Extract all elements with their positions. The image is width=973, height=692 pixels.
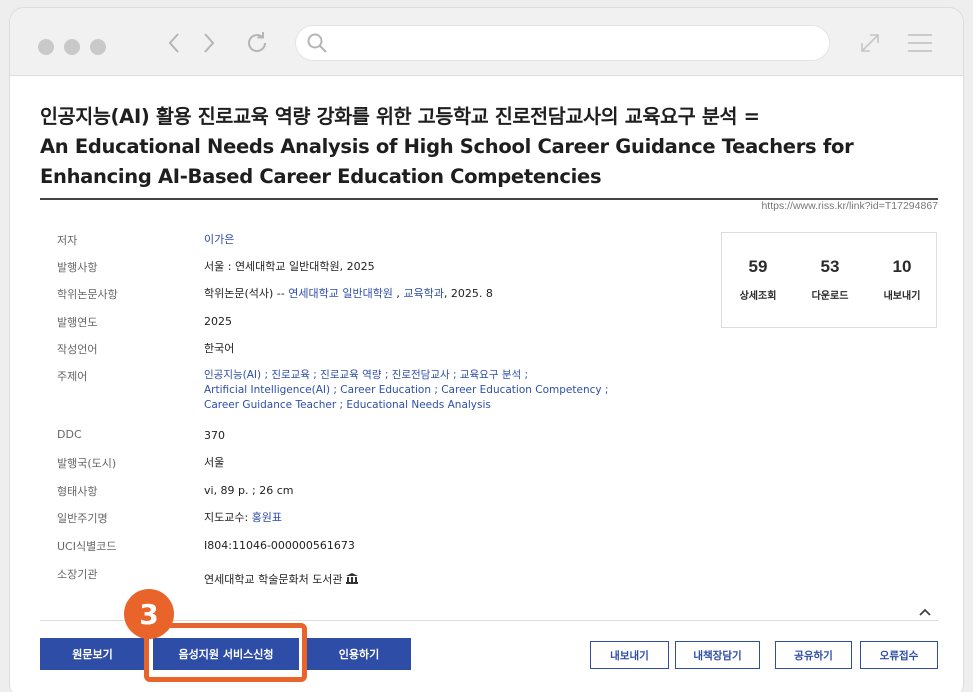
subject-line[interactable]: Career Guidance Teacher ; Educational Ne…	[204, 398, 764, 413]
stat-views: 59 상세조회	[722, 233, 794, 302]
actions-divider	[40, 620, 938, 621]
title-line-korean: 인공지능(AI) 활용 진로교육 역량 강화를 위한 고등학교 진로전담교사의 …	[40, 105, 760, 128]
voice-service-button[interactable]: 음성지원 서비스신청	[153, 638, 299, 670]
subject-keywords: 인공지능(AI) ; 진로교육 ; 진로교육 역량 ; 진로전담교사 ; 교육요…	[204, 368, 764, 413]
meta-value: vi, 89 p. ; 26 cm	[204, 484, 294, 497]
search-icon	[306, 32, 328, 58]
stat-number: 53	[820, 257, 840, 276]
meta-value: 지도교수: 홍원표	[204, 510, 764, 525]
stat-exports: 10 내보내기	[866, 233, 938, 302]
title-line-english-2: Enhancing AI-Based Career Education Comp…	[40, 165, 602, 188]
subject-line[interactable]: 인공지능(AI) ; 진로교육 ; 진로교육 역량 ; 진로전담교사 ; 교육요…	[204, 368, 764, 383]
window-close-dot[interactable]	[38, 39, 54, 55]
meta-label: 주제어	[57, 370, 88, 383]
meta-label: 소장기관	[57, 568, 98, 581]
chevron-left-icon[interactable]	[157, 26, 191, 60]
degree-prefix: 학위논문(석사) --	[204, 287, 289, 300]
degree-year: , 2025. 8	[443, 287, 493, 300]
meta-value: 한국어	[204, 342, 235, 355]
window-minimize-dot[interactable]	[64, 39, 80, 55]
meta-label: DDC	[57, 428, 82, 441]
stat-label: 다운로드	[811, 291, 849, 302]
permalink[interactable]: https://www.riss.kr/link?id=T17294867	[761, 200, 938, 212]
browser-window: 인공지능(AI) 활용 진로교육 역량 강화를 위한 고등학교 진로전담교사의 …	[10, 8, 963, 692]
address-bar[interactable]	[295, 25, 830, 61]
export-button[interactable]: 내보내기	[590, 641, 669, 669]
meta-label: 형태사항	[57, 485, 98, 498]
meta-value: 서울 : 연세대학교 일반대학원, 2025	[204, 260, 375, 273]
author-link[interactable]: 이가은	[204, 232, 764, 247]
browser-toolbar	[10, 8, 963, 76]
holding-institution: 연세대학교 학술문화처 도서관	[204, 573, 343, 586]
reload-icon[interactable]	[240, 26, 274, 60]
window-maximize-dot[interactable]	[90, 39, 106, 55]
degree-sep: ,	[392, 287, 404, 300]
stat-label: 상세조회	[739, 291, 777, 302]
stat-number: 59	[748, 257, 768, 276]
stat-downloads: 53 다운로드	[794, 233, 866, 302]
meta-label: UCI식별코드	[57, 540, 117, 553]
share-button[interactable]: 공유하기	[775, 641, 852, 669]
step-number-badge: 3	[124, 589, 174, 639]
report-error-button[interactable]: 오류접수	[860, 641, 938, 669]
meta-label: 작성언어	[57, 343, 98, 356]
menu-icon[interactable]	[903, 26, 937, 60]
stat-label: 내보내기	[883, 291, 921, 302]
meta-label: 일반주기명	[57, 512, 108, 525]
stat-number: 10	[892, 257, 912, 276]
advisor-link[interactable]: 홍원표	[252, 511, 282, 524]
meta-label: 발행국(도시)	[57, 457, 117, 470]
advisor-prefix: 지도교수:	[204, 511, 252, 524]
meta-value: 학위논문(석사) -- 연세대학교 일반대학원 , 교육학과, 2025. 8	[204, 286, 764, 301]
library-icon[interactable]	[346, 573, 359, 586]
add-to-bookshelf-button[interactable]: 내책장담기	[675, 641, 760, 669]
record-page: 인공지능(AI) 활용 진로교육 역량 강화를 위한 고등학교 진로전담교사의 …	[10, 76, 963, 692]
meta-label: 저자	[57, 234, 78, 247]
expand-icon[interactable]	[853, 26, 887, 60]
meta-value: 연세대학교 학술문화처 도서관	[204, 572, 764, 587]
meta-value: I804:11046-000000561673	[204, 539, 355, 552]
chevron-right-icon[interactable]	[192, 26, 226, 60]
chevron-up-icon[interactable]	[918, 602, 932, 616]
meta-value: 2025	[204, 315, 232, 328]
department-link[interactable]: 교육학과	[403, 287, 443, 300]
meta-label: 발행사항	[57, 261, 98, 274]
meta-label: 학위논문사항	[57, 288, 118, 301]
record-title: 인공지능(AI) 활용 진로교육 역량 강화를 위한 고등학교 진로전담교사의 …	[40, 102, 920, 192]
title-line-english-1: An Educational Needs Analysis of High Sc…	[40, 135, 854, 158]
meta-label: 발행연도	[57, 316, 98, 329]
meta-value: 서울	[204, 456, 225, 469]
usage-stats: 59 상세조회 53 다운로드 10 내보내기	[721, 232, 937, 328]
university-link[interactable]: 연세대학교 일반대학원	[288, 287, 393, 300]
view-original-button[interactable]: 원문보기	[40, 638, 145, 670]
subject-line[interactable]: Artificial Intelligence(AI) ; Career Edu…	[204, 383, 764, 398]
meta-value: 370	[204, 429, 225, 442]
cite-button[interactable]: 인용하기	[307, 638, 411, 670]
